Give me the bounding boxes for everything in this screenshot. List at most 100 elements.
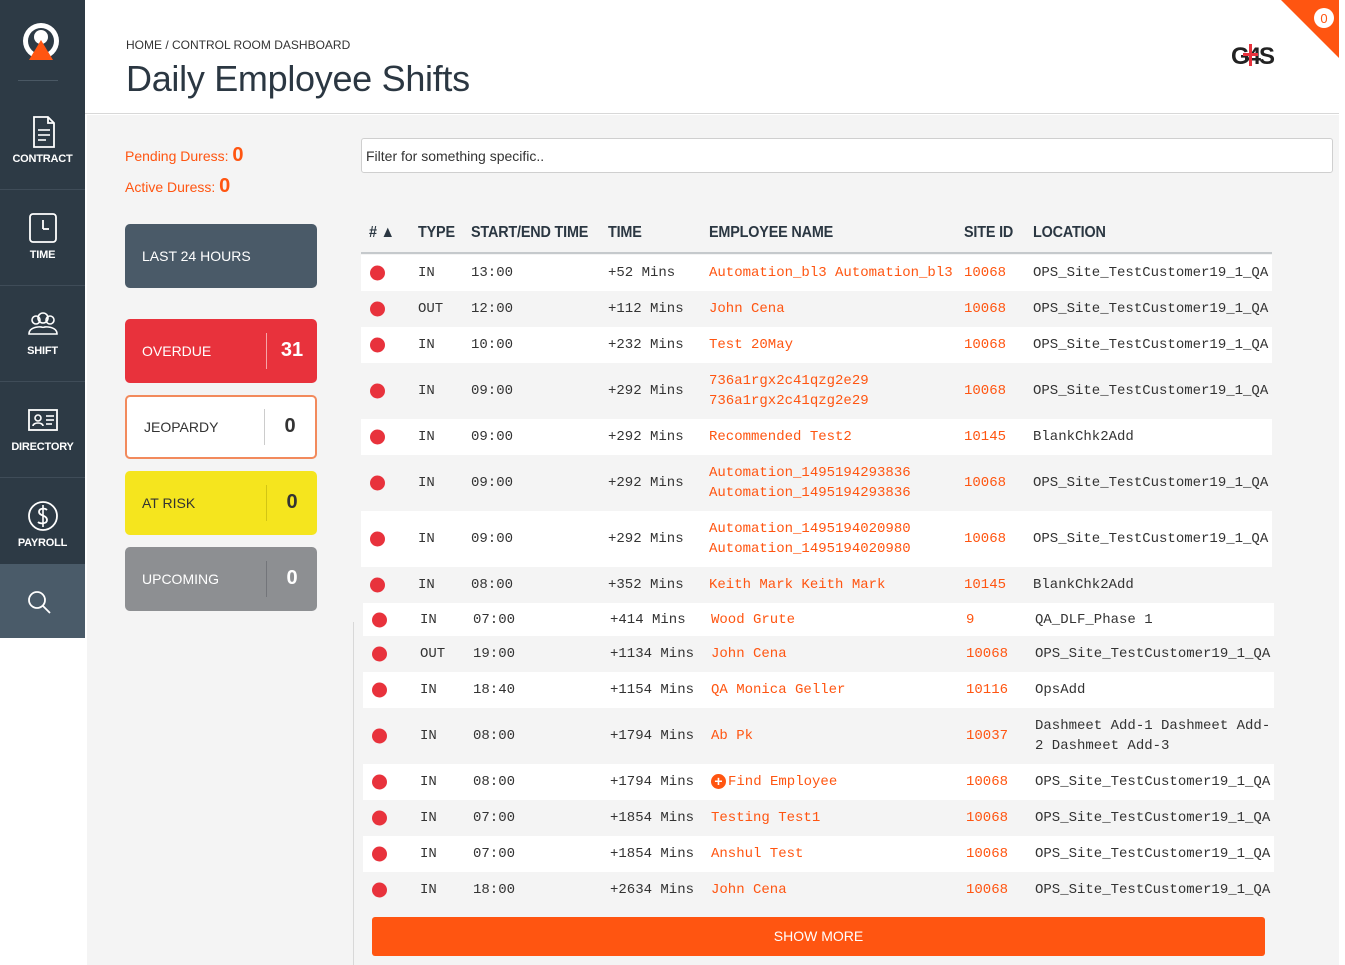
site-id-link[interactable]: 10037 [966, 726, 1008, 746]
col-header-employee-name[interactable]: EMPLOYEE NAME [709, 224, 833, 242]
filter-input[interactable] [361, 138, 1333, 173]
table-row[interactable]: IN 09:00 +292 Mins Automation_1495194293836… [361, 455, 1272, 511]
time-cell: +352 Mins [608, 577, 684, 593]
nav-time[interactable]: TIME [0, 190, 85, 286]
table-row[interactable]: IN 09:00 +292 Mins 736a1rgx2c41qzg2e29 736a1… [361, 363, 1272, 419]
type-cell: IN [418, 383, 435, 399]
add-circle-icon[interactable]: + [711, 774, 726, 789]
table-row[interactable]: IN 18:00 +2634 Mins John Cena 10068 OPS_Site_… [363, 872, 1274, 908]
table-row[interactable]: IN 08:00 +352 Mins Keith Mark Keith Mark 101… [361, 567, 1272, 603]
start-time-cell: 07:00 [473, 611, 516, 628]
overdue-tile[interactable]: OVERDUE 31 [125, 319, 317, 383]
employee-name-link[interactable]: Wood Grute [711, 610, 795, 630]
col-header-start-end-time[interactable]: START/END TIME [471, 224, 588, 242]
employee-name-link[interactable]: Keith Mark Keith Mark [709, 575, 885, 595]
table-row[interactable]: OUT 19:00 +1134 Mins John Cena 10068 OPS_Site… [363, 636, 1274, 672]
employee-name-link[interactable]: John Cena [711, 644, 787, 664]
employee-name-line: 736a1rgx2c41qzg2e29 [709, 373, 869, 389]
nav-contract[interactable]: CONTRACT [0, 94, 85, 190]
status-dot-icon [372, 846, 387, 862]
col-header-site-id[interactable]: SITE ID [964, 224, 1013, 242]
time-cell: +1154 Mins [610, 682, 695, 698]
time-cell: +1794 Mins [610, 728, 695, 744]
site-id-link[interactable]: 10068 [966, 644, 1008, 664]
table-row[interactable]: IN 07:00 +1854 Mins Anshul Test 10068 OPS_Sit… [363, 836, 1274, 872]
employee-name-link[interactable]: Automation_1495194020980 Automation_14951… [709, 519, 911, 559]
employee-name-link[interactable]: + Find Employee [711, 772, 837, 792]
location-line: OPS_Site_TestCustomer19_1_QA [1033, 383, 1269, 399]
time-cell: +292 Mins [608, 475, 684, 491]
table-row[interactable]: IN 13:00 +52 Mins Automation_bl3 Automation… [361, 255, 1272, 291]
jeopardy-tile[interactable]: JEOPARDY 0 [125, 395, 317, 459]
table-row[interactable]: IN 09:00 +292 Mins Automation_1495194020980… [361, 511, 1272, 567]
site-id-link[interactable]: 10068 [964, 299, 1006, 319]
table-row[interactable]: IN 08:00 +1794 Mins + Find Employee 10068 OPS_… [363, 764, 1274, 800]
time-cell: +1134 Mins [610, 646, 695, 662]
employee-name-link[interactable]: Test 20May [709, 335, 793, 355]
start-time-cell: 08:00 [473, 774, 516, 790]
nav-search[interactable] [0, 564, 85, 638]
table-row[interactable]: IN 09:00 +292 Mins Recommended Test2 10145 Bl… [361, 419, 1272, 455]
site-id-link[interactable]: 10068 [964, 529, 1006, 549]
site-id-link[interactable]: 10145 [964, 575, 1006, 595]
site-id-link[interactable]: 10068 [964, 381, 1006, 401]
site-id-link[interactable]: 10116 [966, 680, 1008, 700]
time-cell: +1854 Mins [610, 810, 695, 826]
site-id-link[interactable]: 9 [966, 610, 974, 630]
employee-name-link[interactable]: Testing Test1 [711, 808, 820, 828]
employee-name-link[interactable]: Automation_1495194293836 Automation_14951… [709, 463, 911, 503]
table-row[interactable]: IN 07:00 +1854 Mins Testing Test1 10068 OPS_S… [363, 800, 1274, 836]
table-row[interactable]: IN 08:00 +1794 Mins Ab Pk 10037 Dashmeet Add-… [363, 708, 1274, 764]
employee-name-line: John Cena [711, 646, 787, 662]
table-row[interactable]: IN 10:00 +232 Mins Test 20May 10068 OPS_Site_… [361, 327, 1272, 363]
site-id-link[interactable]: 10068 [964, 473, 1006, 493]
time-cell: +292 Mins [608, 383, 684, 399]
upcoming-tile[interactable]: UPCOMING 0 [125, 547, 317, 611]
tile-label: JEOPARDY [144, 419, 219, 435]
employee-name-link[interactable]: QA Monica Geller [711, 680, 845, 700]
employee-name-line: Automation_bl3 Automation_bl3 [709, 265, 953, 281]
site-id-link[interactable]: 10145 [964, 427, 1006, 447]
table-row[interactable]: IN 07:00 +414 Mins Wood Grute 9 QA_DLF_Phase … [363, 603, 1274, 636]
col-header-location[interactable]: LOCATION [1033, 224, 1106, 242]
employee-name-line: John Cena [709, 301, 785, 317]
site-id-link[interactable]: 10068 [964, 263, 1006, 283]
app-logo[interactable] [0, 0, 85, 82]
type-cell: IN [420, 728, 437, 744]
site-id-link[interactable]: 10068 [966, 844, 1008, 864]
nav-payroll[interactable]: PAYROLL [0, 478, 85, 574]
employee-name-line: Test 20May [709, 337, 794, 353]
col-header-type[interactable]: TYPE [418, 224, 455, 242]
table-row[interactable]: OUT 12:00 +112 Mins John Cena 10068 OPS_Site_… [361, 291, 1272, 327]
location-line: OPS_Site_TestCustomer19_1_QA [1033, 475, 1269, 491]
site-id-link[interactable]: 10068 [964, 335, 1006, 355]
type-cell: IN [418, 429, 435, 445]
site-id-link[interactable]: 10068 [966, 772, 1008, 792]
show-more-button[interactable]: SHOW MORE [372, 917, 1265, 956]
employee-name-link[interactable]: Anshul Test [711, 844, 803, 864]
at-risk-tile[interactable]: AT RISK 0 [125, 471, 317, 535]
start-time-cell: 08:00 [471, 577, 514, 593]
start-time-cell: 09:00 [471, 475, 514, 491]
employee-name-link[interactable]: John Cena [709, 299, 785, 319]
breadcrumb[interactable]: HOME / CONTROL ROOM DASHBOARD [126, 38, 350, 52]
col-header-index[interactable]: # ▲ [369, 224, 395, 242]
employee-name-link[interactable]: Ab Pk [711, 726, 753, 746]
table-row[interactable]: IN 18:40 +1154 Mins QA Monica Geller 10116 Op… [363, 672, 1274, 708]
time-cell: +1794 Mins [610, 774, 695, 790]
start-time-cell: 18:00 [473, 882, 516, 898]
nav-directory[interactable]: DIRECTORY [0, 382, 85, 478]
last-24-hours-tile[interactable]: LAST 24 HOURS [125, 224, 317, 288]
pending-duress-value: 0 [232, 144, 244, 166]
employee-name-link[interactable]: Automation_bl3 Automation_bl3 [709, 263, 953, 283]
col-header-time[interactable]: TIME [608, 224, 642, 242]
nav-shift[interactable]: SHIFT [0, 286, 85, 382]
notification-corner[interactable]: 0 [1281, 0, 1339, 58]
at-risk-count: 0 [286, 491, 298, 513]
employee-name-link[interactable]: Recommended Test2 [709, 427, 852, 447]
tile-label: UPCOMING [142, 571, 219, 587]
site-id-link[interactable]: 10068 [966, 808, 1008, 828]
employee-name-link[interactable]: 736a1rgx2c41qzg2e29 736a1rgx2c41qzg2e29 [709, 371, 869, 411]
employee-name-link[interactable]: John Cena [711, 880, 787, 900]
site-id-link[interactable]: 10068 [966, 880, 1008, 900]
